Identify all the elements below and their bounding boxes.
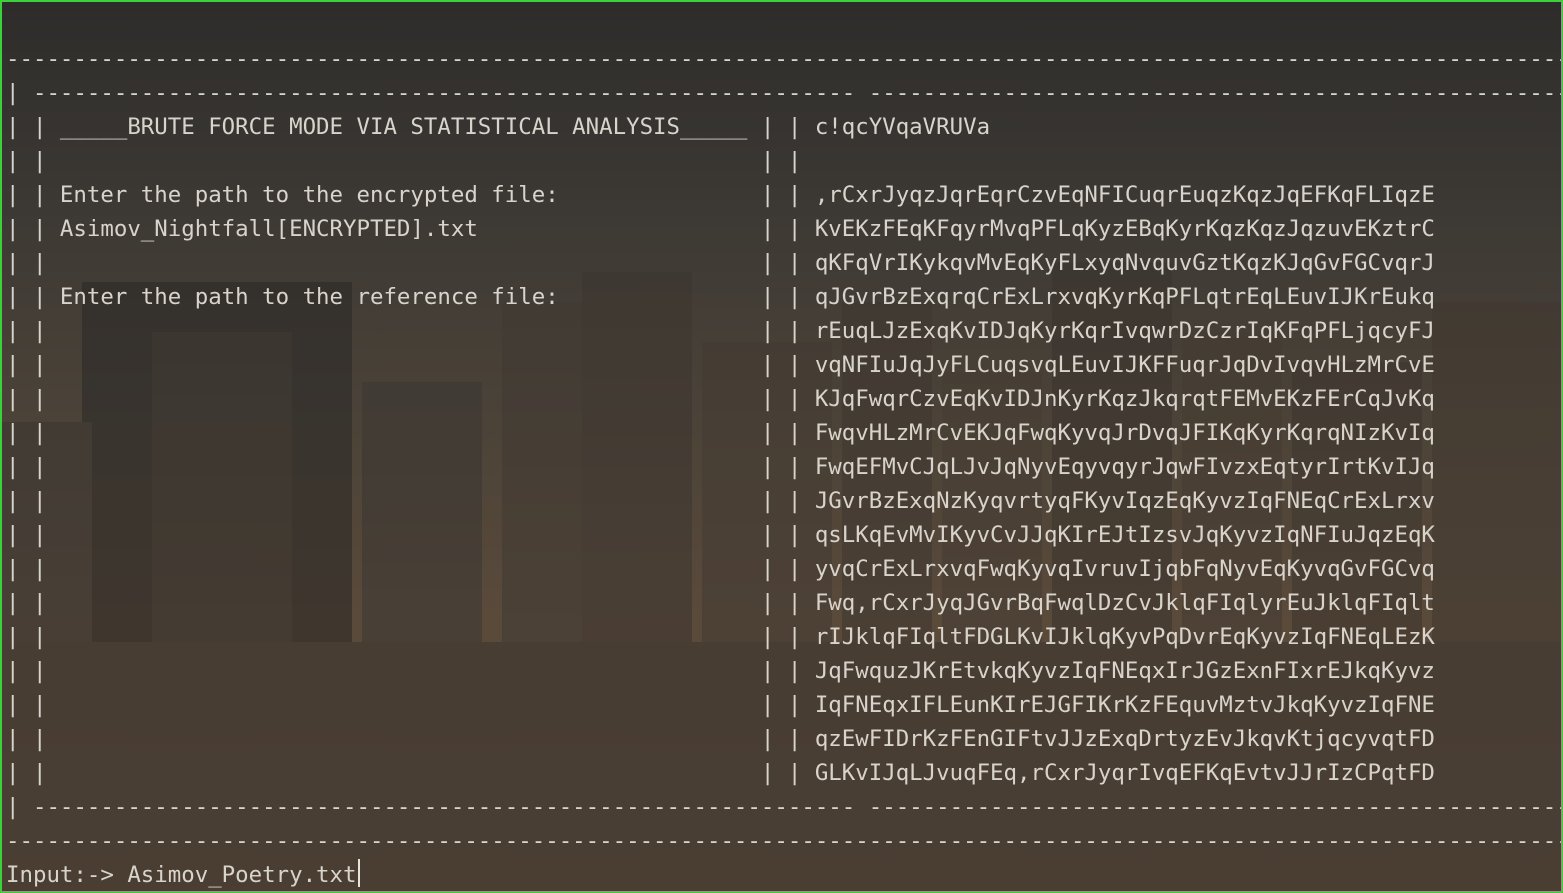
terminal-line: | | | | vqNFIuJqJyFLCuqsvqLEuvIJKFFuqrJq… xyxy=(6,352,1563,378)
terminal-window[interactable]: ----------------------------------------… xyxy=(0,0,1563,893)
terminal-line: | | | | Fwq,rCxrJyqJGvrBqFwqlDzCvJklqFIq… xyxy=(6,590,1563,616)
outer-border-top: ----------------------------------------… xyxy=(6,46,1563,72)
input-prompt-line[interactable]: Input:-> Asimov_Poetry.txt xyxy=(6,858,360,891)
outer-border-bottom: ----------------------------------------… xyxy=(6,828,1563,854)
terminal-line: | | | | qzEwFIDrKzFEnGIFtvJJzExqDrtyzEvJ… xyxy=(6,726,1563,752)
terminal-line: | | | | yvqCrExLrxvqFwqKyvqIvruvIjqbFqNy… xyxy=(6,556,1563,582)
terminal-line: | | | | JqFwquzJKrEtvkqKyvzIqFNEqxIrJGzE… xyxy=(6,658,1563,684)
encrypted-file-value-line: | | Asimov_Nightfall[ENCRYPTED].txt | | … xyxy=(6,216,1563,242)
text-cursor xyxy=(357,859,360,887)
terminal-line: | | | | qsLKqEvMvIKyvCvJJqKIrEJtIzsvJqKy… xyxy=(6,522,1563,548)
terminal-line: | | | | IqFNEqxIFLEunKIrEJGFIKrKzFEquvMz… xyxy=(6,692,1563,718)
input-prompt-text[interactable]: Input:-> Asimov_Poetry.txt xyxy=(6,862,357,888)
terminal-line: | | | | | | xyxy=(6,148,1563,174)
terminal-line: | | | | FwqvHLzMrCvEKJqFwqKyvqJrDvqJFIKq… xyxy=(6,420,1563,446)
terminal-line: | | | | rIJklqFIqltFDGLKvIJklqKyvPqDvrEq… xyxy=(6,624,1563,650)
terminal-line: | | | | KJqFwqrCzvEqKvIDJnKyrKqzJkqrqtFE… xyxy=(6,386,1563,412)
panel-border-top: | --------------------------------------… xyxy=(6,80,1563,106)
encrypted-file-prompt-line: | | Enter the path to the encrypted file… xyxy=(6,182,1563,208)
panel-title-line: | | _____BRUTE FORCE MODE VIA STATISTICA… xyxy=(6,114,1563,140)
terminal-line: | | | | JGvrBzExqNzKyqvrtyqFKyvIqzEqKyvz… xyxy=(6,488,1563,514)
terminal-line: | | | | rEuqLJzExqKvIDJqKyrKqrIvqwrDzCzr… xyxy=(6,318,1563,344)
reference-file-prompt-line: | | Enter the path to the reference file… xyxy=(6,284,1563,310)
terminal-line: | | | | GLKvIJqLJvuqFEq,rCxrJyqrIvqEFKqE… xyxy=(6,760,1563,786)
terminal-line: | | | | qKFqVrIKykqvMvEqKyFLxyqNvquvGztK… xyxy=(6,250,1563,276)
terminal-line: | | | | FwqEFMvCJqLJvJqNyvEqyvqyrJqwFIvz… xyxy=(6,454,1563,480)
panel-border-bottom: | --------------------------------------… xyxy=(6,794,1563,820)
